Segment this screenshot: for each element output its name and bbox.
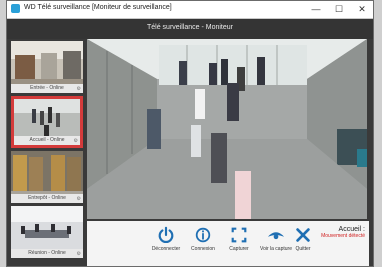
info-icon (195, 227, 211, 243)
camera-settings-icon[interactable]: ⚙ (74, 138, 78, 144)
title-bar: WD Télé surveillance [Moniteur de survei… (7, 1, 373, 19)
camera-thumb-entrepot[interactable]: Entrepôt - Online ⚙ (11, 151, 83, 203)
alert-message: Mouvement détecté (321, 233, 365, 239)
page-title: Télé surveillance - Moniteur (147, 24, 233, 31)
connect-label: Connexion (191, 246, 215, 252)
capture-label: Capturer (229, 246, 249, 252)
alert-title: Accueil : (338, 226, 365, 233)
camera-thumb-reunion[interactable]: Réunion - Online ⚙ (11, 206, 83, 258)
close-window-button[interactable]: ✕ (351, 1, 373, 18)
maximize-button[interactable]: ☐ (328, 1, 350, 18)
connect-button[interactable]: Connexion (184, 226, 222, 252)
quit-label: Quitter (295, 246, 311, 252)
main-camera-view[interactable] (87, 39, 367, 219)
app-icon (11, 4, 20, 13)
camera-settings-icon[interactable]: ⚙ (77, 251, 81, 257)
camera-settings-icon[interactable]: ⚙ (77, 196, 81, 202)
minimize-button[interactable]: — (305, 1, 327, 18)
camera-feed-image (87, 39, 367, 219)
camera-label: Réunion - Online (11, 249, 83, 258)
window-title: WD Télé surveillance [Moniteur de survei… (24, 4, 172, 11)
power-icon (158, 226, 174, 244)
camera-label: Accueil - Online (14, 136, 80, 145)
disconnect-button[interactable]: Déconnecter (147, 226, 185, 252)
app-header: Télé surveillance - Moniteur (7, 19, 373, 39)
camera-settings-icon[interactable]: ⚙ (77, 86, 81, 92)
control-bar: Déconnecter Connexion Capturer Voir la c… (87, 221, 369, 266)
alert-panel: Accueil : Mouvement détecté (310, 226, 365, 239)
eye-icon (267, 232, 285, 240)
capture-icon (231, 227, 247, 243)
disconnect-label: Déconnecter (151, 246, 181, 252)
camera-thumb-accueil[interactable]: Accueil - Online ⚙ (11, 96, 83, 148)
app-window: WD Télé surveillance [Moniteur de survei… (6, 0, 374, 267)
camera-label: Entrepôt - Online (11, 194, 83, 203)
camera-thumb-entree[interactable]: Entrée - Online ⚙ (11, 41, 83, 93)
capture-button[interactable]: Capturer (220, 226, 258, 252)
camera-list: Entrée - Online ⚙ Accueil - Online ⚙ Ent… (11, 41, 85, 263)
camera-label: Entrée - Online (11, 84, 83, 93)
